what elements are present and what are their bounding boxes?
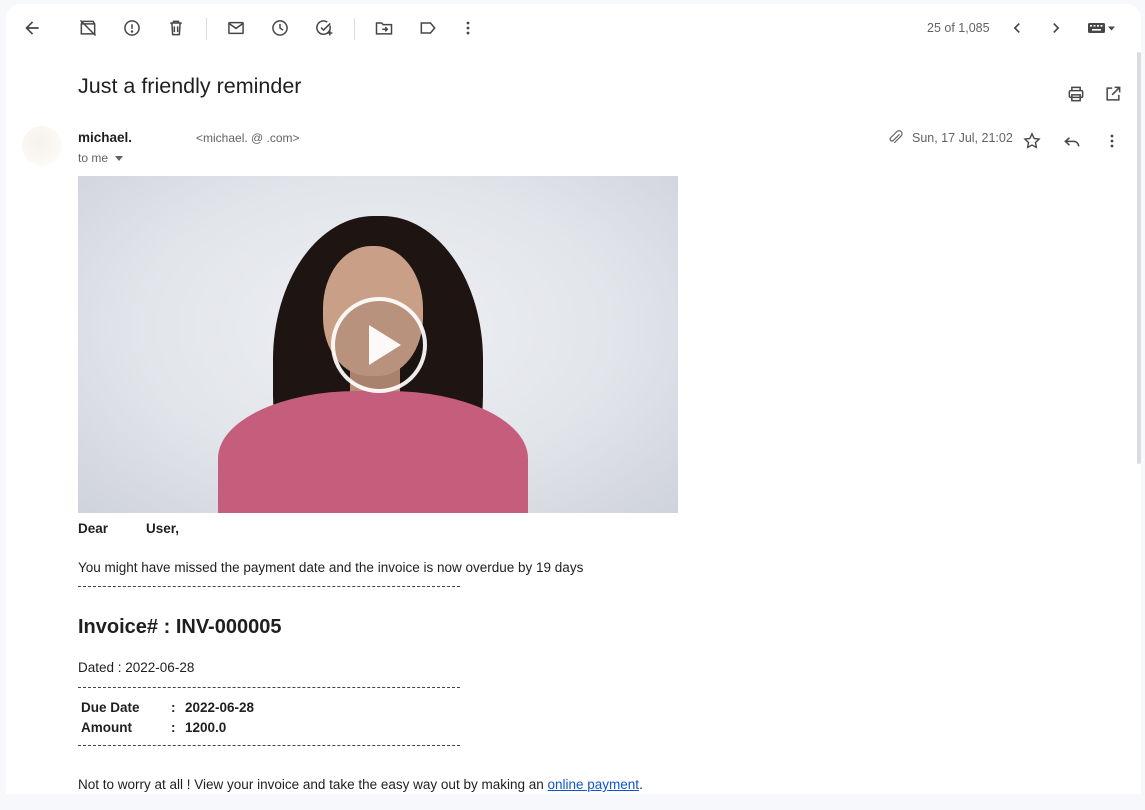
attachment-paperclip-icon [889,130,903,144]
input-tools-keyboard-icon[interactable] [1082,8,1122,48]
dashed-divider [78,687,460,688]
due-date-separator: : [171,699,176,715]
toolbar: 25 of 1,085 [6,4,1141,52]
video-thumbnail[interactable] [78,176,678,513]
amount-label: Amount [81,719,132,735]
star-icon[interactable] [1014,121,1050,161]
dashed-divider [78,586,460,587]
older-chevron-right-icon[interactable] [1038,8,1074,48]
snooze-icon[interactable] [262,8,298,48]
report-spam-icon[interactable] [114,8,150,48]
payment-prompt-text: Not to worry at all ! View your invoice … [78,777,548,792]
add-task-icon[interactable] [306,8,342,48]
online-payment-link[interactable]: online payment [548,777,640,792]
pager-count: 25 of 1,085 [927,21,990,35]
amount-value: 1200.0 [185,719,227,735]
newer-chevron-left-icon[interactable] [999,8,1035,48]
sender-email: <michael. @ .com> [196,131,300,145]
payment-prompt: Not to worry at all ! View your invoice … [78,777,643,792]
more-vert-icon[interactable] [450,8,486,48]
greeting-user: User, [146,521,180,536]
invoice-dated: Dated : 2022-06-28 [78,660,195,675]
message-meta: Sun, 17 Jul, 21:02 [886,128,1013,148]
overdue-message: You might have missed the payment date a… [78,560,584,575]
dashed-divider [78,745,460,746]
scrollbar[interactable] [1137,52,1141,464]
open-in-new-window-icon[interactable] [1095,74,1131,114]
toolbar-divider [206,18,207,40]
back-arrow-icon[interactable] [14,8,50,48]
archive-icon[interactable] [70,8,106,48]
greeting-dear: Dear [78,521,109,536]
play-icon[interactable] [331,297,427,393]
message-more-vert-icon[interactable] [1094,121,1130,161]
payment-prompt-end: . [639,777,643,792]
table-row: Due Date : 2022-06-28 [81,697,254,717]
toolbar-divider [354,18,355,40]
email-subject: Just a friendly reminder [78,74,302,98]
invoice-details-table: Due Date : 2022-06-28 Amount : 1200.0 [81,697,254,737]
amount-separator: : [171,719,176,735]
mark-unread-icon[interactable] [218,8,254,48]
email-panel: 25 of 1,085 Just a friendly reminder mic… [6,4,1141,794]
sender-avatar[interactable] [22,126,62,166]
table-row: Amount : 1200.0 [81,717,254,737]
sender-name[interactable]: michael. [78,130,132,145]
label-icon[interactable] [410,8,446,48]
reply-icon[interactable] [1054,121,1090,161]
message-date: Sun, 17 Jul, 21:02 [912,131,1013,145]
invoice-title: Invoice# : INV-000005 [78,616,282,638]
caret-down-icon [115,155,124,161]
delete-icon[interactable] [158,8,194,48]
due-date-label: Due Date [81,699,140,715]
move-to-icon[interactable] [366,8,402,48]
thumbnail-person-shirt [218,391,528,513]
recipient-details-toggle[interactable]: to me [78,151,124,165]
recipient-label: to me [78,151,109,165]
due-date-value: 2022-06-28 [185,699,255,715]
print-icon[interactable] [1058,74,1094,114]
greeting: Dear User, [78,521,179,536]
